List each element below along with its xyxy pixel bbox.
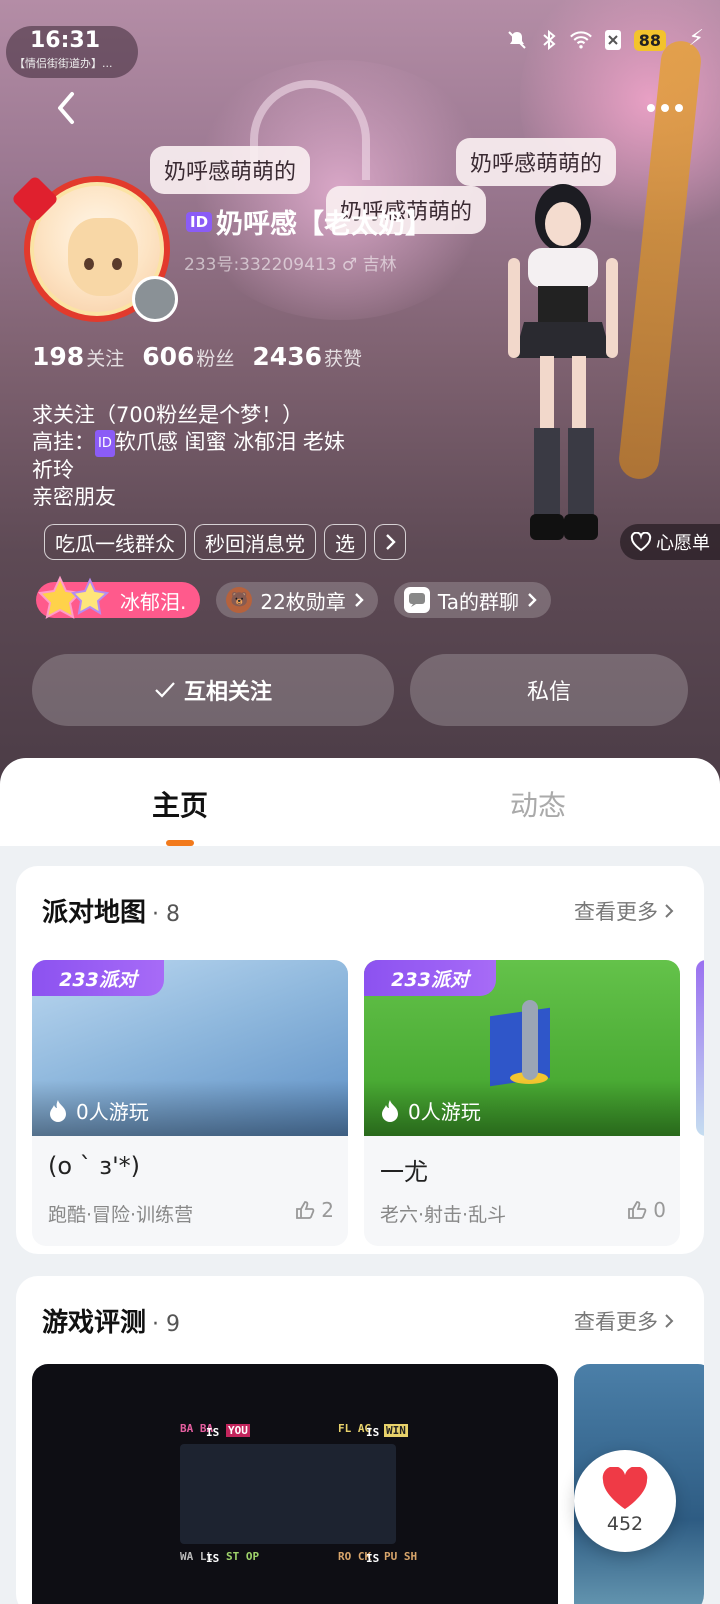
see-more-link[interactable]: 查看更多 bbox=[574, 896, 674, 926]
status-time: 16:31 bbox=[30, 28, 101, 53]
brand-badge: 233派对 bbox=[32, 960, 164, 996]
bluetooth-icon bbox=[538, 29, 560, 51]
map-name: 一尤 bbox=[380, 1158, 428, 1186]
flame-icon bbox=[50, 1099, 66, 1122]
more-options-button[interactable] bbox=[640, 88, 690, 128]
heart-outline-icon bbox=[630, 532, 652, 552]
profile-stats: 198 关注 606 粉丝 2436 获赞 bbox=[32, 342, 362, 371]
section-header: 游戏评测 · 9 bbox=[42, 1302, 180, 1339]
stat-followers[interactable]: 606 粉丝 bbox=[142, 342, 234, 371]
badges-row: 冰郁泪. 🐻 22枚勋章 Ta的群聊 bbox=[36, 575, 551, 619]
section-title: 游戏评测 bbox=[42, 1308, 147, 1338]
section-count: · 9 bbox=[152, 1312, 180, 1337]
star-mascot-icon bbox=[38, 575, 110, 619]
thumbs-up-icon bbox=[628, 1201, 647, 1219]
group-chat-chip[interactable]: Ta的群聊 bbox=[393, 582, 551, 618]
flame-icon bbox=[382, 1099, 398, 1122]
map-card[interactable]: 233派对 0人游玩 一尤 老六·射击·乱斗 0 bbox=[364, 960, 680, 1246]
map-card[interactable]: 233派对 0人游玩 (o ` з'*) 跑酷·冒险·训练营 2 bbox=[32, 960, 348, 1246]
tag-chip[interactable]: 选 bbox=[324, 524, 366, 560]
intimacy-chip[interactable]: 冰郁泪. bbox=[36, 575, 201, 619]
bear-medal-icon: 🐻 bbox=[226, 587, 253, 613]
avatar-face bbox=[68, 218, 138, 296]
check-icon bbox=[155, 682, 175, 698]
tag-chip[interactable]: 吃瓜一线群众 bbox=[44, 524, 186, 560]
profile-id[interactable]: 233号:332209413 ♂ 吉林 bbox=[184, 250, 397, 275]
tab-home[interactable]: 主页 bbox=[152, 784, 208, 824]
map-category: 老六·射击·乱斗 bbox=[380, 1204, 507, 1226]
profile-header: 16:31 【情侣街街道办】... 88 ⚡ 奶呼感萌萌的 奶呼感萌萌的 奶呼感… bbox=[0, 0, 720, 790]
profile-name: 奶呼感【老太奶】 bbox=[216, 209, 433, 240]
status-subtitle: 【情侣街街道办】... bbox=[14, 57, 113, 70]
tab-indicator bbox=[166, 840, 194, 846]
id-badge-icon: ID bbox=[95, 429, 115, 457]
map-card-peek[interactable] bbox=[696, 960, 704, 1136]
chevron-right-icon bbox=[528, 593, 537, 607]
profile-tags: 吃瓜一线群众 秒回消息党 选 bbox=[44, 524, 406, 560]
tab-bar: 主页 动态 bbox=[0, 758, 720, 846]
chat-bubble: 奶呼感萌萌的 bbox=[150, 146, 311, 194]
game-reviews-section: 游戏评测 · 9 查看更多 BA BA IS YOU FL AG IS WIN … bbox=[16, 1276, 704, 1604]
medals-chip[interactable]: 🐻 22枚勋章 bbox=[216, 582, 378, 618]
id-badge-icon: ID bbox=[186, 211, 213, 232]
chevron-right-icon bbox=[665, 1314, 674, 1328]
battery-level: 88 bbox=[633, 29, 666, 51]
section-title: 派对地图 bbox=[42, 898, 147, 928]
bell-muted-icon bbox=[506, 29, 528, 51]
mutual-follow-button[interactable]: 互相关注 bbox=[32, 654, 394, 726]
chevron-right-icon bbox=[386, 534, 396, 550]
heart-icon bbox=[602, 1467, 648, 1509]
tags-expand-button[interactable] bbox=[374, 524, 406, 560]
status-icons: 88 bbox=[506, 26, 666, 54]
message-button[interactable]: 私信 bbox=[410, 654, 688, 726]
back-button[interactable] bbox=[46, 88, 86, 128]
section-header: 派对地图 · 8 bbox=[42, 892, 180, 929]
floating-like-button[interactable]: 452 bbox=[574, 1450, 676, 1552]
thumbs-up-icon bbox=[296, 1201, 315, 1219]
players-count: 0人游玩 bbox=[48, 1096, 149, 1125]
profile-bio: 求关注（700粉丝是个梦！） 高挂： ID 软爪感 闺蜜 冰郁泪 老妹 祈玲 亲密朋… bbox=[32, 402, 452, 511]
stat-likes[interactable]: 2436 获赞 bbox=[252, 342, 362, 371]
bio-line: 求关注（700粉丝是个梦！） bbox=[32, 403, 304, 427]
brand-badge: 233派对 bbox=[364, 960, 496, 996]
status-bar: 16:31 【情侣街街道办】... 88 ⚡ bbox=[0, 0, 720, 80]
chat-icon bbox=[403, 587, 430, 613]
players-count: 0人游玩 bbox=[380, 1096, 481, 1125]
party-maps-section: 派对地图 · 8 查看更多 233派对 0人游玩 (o ` з'*) 跑酷·冒险… bbox=[16, 866, 704, 1254]
bio-line: 祈玲 bbox=[32, 457, 74, 482]
cat-badge-icon bbox=[132, 276, 178, 322]
like-count: 452 bbox=[606, 1513, 644, 1535]
bio-line: 高挂： ID 软爪感 闺蜜 冰郁泪 老妹 bbox=[32, 429, 452, 457]
sim-icon bbox=[602, 29, 624, 51]
tag-chip[interactable]: 秒回消息党 bbox=[194, 524, 316, 560]
tab-feed[interactable]: 动态 bbox=[510, 784, 566, 824]
charging-icon: ⚡ bbox=[688, 26, 704, 51]
bio-line: 亲密朋友 bbox=[32, 484, 116, 509]
wifi-icon bbox=[569, 29, 592, 51]
chevron-right-icon bbox=[665, 904, 674, 918]
avatar-character[interactable] bbox=[488, 178, 638, 578]
map-name: (o ` з'*) bbox=[48, 1152, 141, 1180]
game-screenshot bbox=[180, 1444, 396, 1544]
chevron-right-icon bbox=[354, 593, 364, 607]
map-category: 跑酷·冒险·训练营 bbox=[48, 1204, 194, 1226]
review-card[interactable]: BA BA IS YOU FL AG IS WIN WA LL IS ST OP… bbox=[32, 1364, 558, 1604]
see-more-link[interactable]: 查看更多 bbox=[574, 1306, 674, 1336]
profile-name-row: ID 奶呼感【老太奶】 bbox=[186, 202, 432, 241]
wishlist-button[interactable]: 心愿单 bbox=[620, 524, 720, 560]
wishlist-label: 心愿单 bbox=[656, 533, 710, 554]
map-likes[interactable]: 0 bbox=[627, 1198, 666, 1222]
stat-following[interactable]: 198 关注 bbox=[32, 342, 124, 371]
section-count: · 8 bbox=[152, 902, 180, 927]
map-likes[interactable]: 2 bbox=[295, 1198, 334, 1222]
back-arrow-icon bbox=[58, 92, 74, 124]
